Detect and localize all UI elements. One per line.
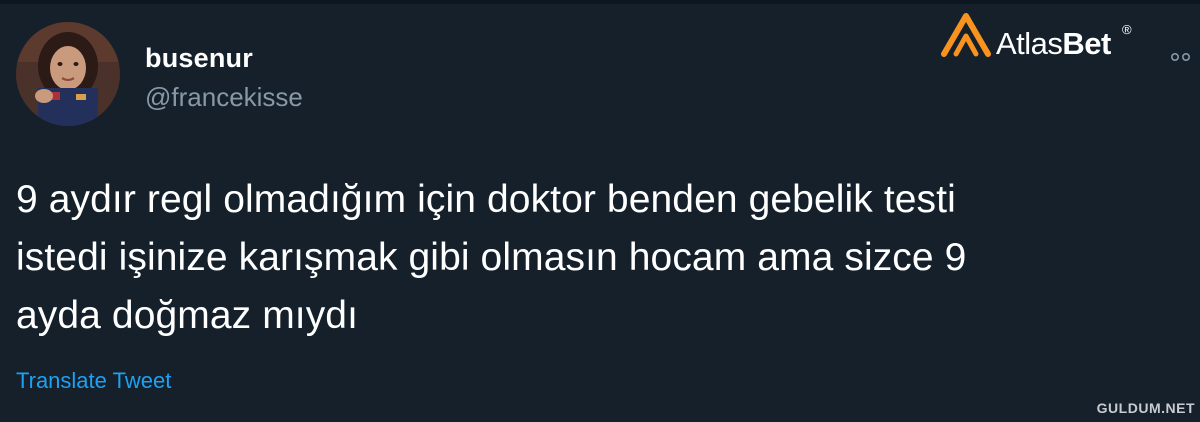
display-name[interactable]: busenur xyxy=(145,43,253,74)
logo-text-bold: Bet xyxy=(1062,26,1111,61)
avatar-image xyxy=(16,22,120,126)
tweet-text: 9 aydır regl olmadığım için doktor bende… xyxy=(16,171,1196,345)
tweet-card: busenur @francekisse AtlasBet ® 9 aydır … xyxy=(0,0,1200,422)
site-watermark: GULDUM.NET xyxy=(1096,400,1195,416)
tweet-text-line: 9 aydır regl olmadığım için doktor bende… xyxy=(16,178,956,221)
more-options-icon[interactable] xyxy=(1170,48,1192,62)
atlasbet-logo-mark-icon xyxy=(941,13,991,57)
top-divider xyxy=(0,0,1200,4)
atlasbet-logo-text: AtlasBet xyxy=(996,26,1111,62)
tweet-text-line: istedi işinize karışmak gibi olmasın hoc… xyxy=(16,236,967,279)
avatar[interactable] xyxy=(16,22,120,126)
registered-mark: ® xyxy=(1122,22,1132,37)
logo-text-light: Atlas xyxy=(996,26,1063,61)
tweet-text-line: ayda doğmaz mıydı xyxy=(16,294,359,337)
translate-tweet-link[interactable]: Translate Tweet xyxy=(16,368,171,394)
username[interactable]: @francekisse xyxy=(145,82,303,113)
atlasbet-watermark: AtlasBet ® xyxy=(940,10,1140,62)
